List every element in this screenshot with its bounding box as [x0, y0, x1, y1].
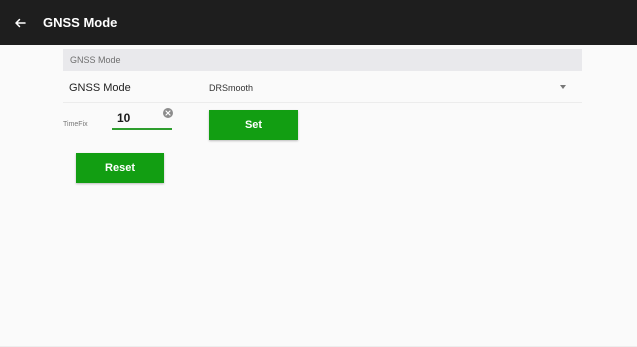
gnss-mode-selected-value: DRSmooth	[209, 83, 254, 93]
reset-button[interactable]: Reset	[76, 153, 164, 183]
back-button[interactable]	[0, 0, 40, 45]
chevron-down-icon	[560, 85, 566, 89]
section-header-label: GNSS Mode	[70, 55, 121, 65]
timefix-value: 10	[117, 111, 131, 125]
app-bar: GNSS Mode	[0, 0, 637, 45]
gnss-mode-screen: GNSS Mode GNSS Mode GNSS Mode DRSmooth T…	[0, 0, 637, 347]
timefix-label: TimeFix	[63, 121, 88, 128]
clear-icon[interactable]	[163, 108, 173, 118]
gnss-mode-row: GNSS Mode DRSmooth	[63, 74, 582, 103]
close-glyph-icon	[165, 110, 171, 116]
gnss-mode-dropdown[interactable]: DRSmooth	[209, 74, 582, 102]
section-header: GNSS Mode	[63, 49, 582, 71]
gnss-mode-label: GNSS Mode	[69, 82, 131, 94]
set-button[interactable]: Set	[209, 110, 298, 140]
page-title: GNSS Mode	[43, 15, 118, 30]
arrow-left-icon	[15, 18, 26, 27]
